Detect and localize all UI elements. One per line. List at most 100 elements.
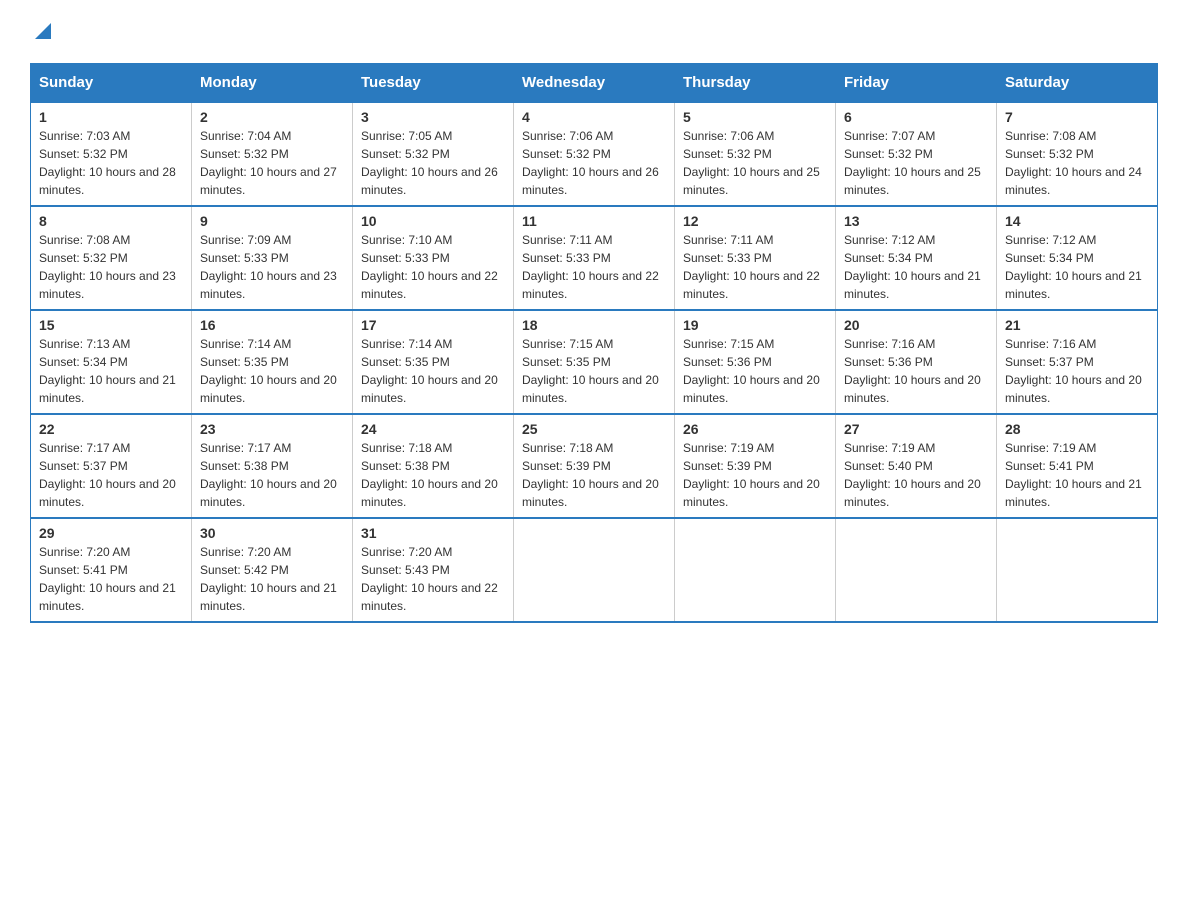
day-number: 5 bbox=[683, 109, 827, 125]
calendar-cell: 2 Sunrise: 7:04 AMSunset: 5:32 PMDayligh… bbox=[192, 102, 353, 206]
day-number: 20 bbox=[844, 317, 988, 333]
calendar-cell: 19 Sunrise: 7:15 AMSunset: 5:36 PMDaylig… bbox=[675, 310, 836, 414]
day-info: Sunrise: 7:14 AMSunset: 5:35 PMDaylight:… bbox=[200, 337, 337, 405]
day-info: Sunrise: 7:12 AMSunset: 5:34 PMDaylight:… bbox=[844, 233, 981, 301]
calendar-cell: 21 Sunrise: 7:16 AMSunset: 5:37 PMDaylig… bbox=[997, 310, 1158, 414]
day-number: 4 bbox=[522, 109, 666, 125]
day-info: Sunrise: 7:05 AMSunset: 5:32 PMDaylight:… bbox=[361, 129, 498, 197]
calendar-cell: 14 Sunrise: 7:12 AMSunset: 5:34 PMDaylig… bbox=[997, 206, 1158, 310]
day-number: 2 bbox=[200, 109, 344, 125]
calendar-cell: 8 Sunrise: 7:08 AMSunset: 5:32 PMDayligh… bbox=[31, 206, 192, 310]
day-info: Sunrise: 7:16 AMSunset: 5:36 PMDaylight:… bbox=[844, 337, 981, 405]
day-number: 31 bbox=[361, 525, 505, 541]
calendar-cell: 3 Sunrise: 7:05 AMSunset: 5:32 PMDayligh… bbox=[353, 102, 514, 206]
calendar-cell: 7 Sunrise: 7:08 AMSunset: 5:32 PMDayligh… bbox=[997, 102, 1158, 206]
day-info: Sunrise: 7:03 AMSunset: 5:32 PMDaylight:… bbox=[39, 129, 176, 197]
calendar-cell: 25 Sunrise: 7:18 AMSunset: 5:39 PMDaylig… bbox=[514, 414, 675, 518]
day-number: 13 bbox=[844, 213, 988, 229]
calendar-header-saturday: Saturday bbox=[997, 64, 1158, 103]
day-number: 21 bbox=[1005, 317, 1149, 333]
day-info: Sunrise: 7:11 AMSunset: 5:33 PMDaylight:… bbox=[683, 233, 820, 301]
day-number: 17 bbox=[361, 317, 505, 333]
day-number: 16 bbox=[200, 317, 344, 333]
day-info: Sunrise: 7:06 AMSunset: 5:32 PMDaylight:… bbox=[522, 129, 659, 197]
calendar-cell: 5 Sunrise: 7:06 AMSunset: 5:32 PMDayligh… bbox=[675, 102, 836, 206]
calendar-cell bbox=[514, 518, 675, 622]
day-number: 3 bbox=[361, 109, 505, 125]
day-number: 10 bbox=[361, 213, 505, 229]
day-info: Sunrise: 7:10 AMSunset: 5:33 PMDaylight:… bbox=[361, 233, 498, 301]
day-info: Sunrise: 7:20 AMSunset: 5:42 PMDaylight:… bbox=[200, 545, 337, 613]
day-number: 9 bbox=[200, 213, 344, 229]
day-number: 6 bbox=[844, 109, 988, 125]
day-info: Sunrise: 7:13 AMSunset: 5:34 PMDaylight:… bbox=[39, 337, 176, 405]
calendar-cell: 30 Sunrise: 7:20 AMSunset: 5:42 PMDaylig… bbox=[192, 518, 353, 622]
day-number: 25 bbox=[522, 421, 666, 437]
calendar-table: SundayMondayTuesdayWednesdayThursdayFrid… bbox=[30, 63, 1158, 623]
calendar-header-row: SundayMondayTuesdayWednesdayThursdayFrid… bbox=[31, 64, 1158, 103]
day-number: 19 bbox=[683, 317, 827, 333]
day-number: 7 bbox=[1005, 109, 1149, 125]
day-info: Sunrise: 7:08 AMSunset: 5:32 PMDaylight:… bbox=[1005, 129, 1142, 197]
calendar-week-row-4: 22 Sunrise: 7:17 AMSunset: 5:37 PMDaylig… bbox=[31, 414, 1158, 518]
day-number: 30 bbox=[200, 525, 344, 541]
calendar-week-row-3: 15 Sunrise: 7:13 AMSunset: 5:34 PMDaylig… bbox=[31, 310, 1158, 414]
calendar-cell: 17 Sunrise: 7:14 AMSunset: 5:35 PMDaylig… bbox=[353, 310, 514, 414]
calendar-cell: 27 Sunrise: 7:19 AMSunset: 5:40 PMDaylig… bbox=[836, 414, 997, 518]
calendar-cell: 26 Sunrise: 7:19 AMSunset: 5:39 PMDaylig… bbox=[675, 414, 836, 518]
calendar-cell: 23 Sunrise: 7:17 AMSunset: 5:38 PMDaylig… bbox=[192, 414, 353, 518]
calendar-cell: 15 Sunrise: 7:13 AMSunset: 5:34 PMDaylig… bbox=[31, 310, 192, 414]
day-info: Sunrise: 7:11 AMSunset: 5:33 PMDaylight:… bbox=[522, 233, 659, 301]
calendar-cell: 9 Sunrise: 7:09 AMSunset: 5:33 PMDayligh… bbox=[192, 206, 353, 310]
day-number: 8 bbox=[39, 213, 183, 229]
day-info: Sunrise: 7:09 AMSunset: 5:33 PMDaylight:… bbox=[200, 233, 337, 301]
day-info: Sunrise: 7:19 AMSunset: 5:39 PMDaylight:… bbox=[683, 441, 820, 509]
calendar-week-row-5: 29 Sunrise: 7:20 AMSunset: 5:41 PMDaylig… bbox=[31, 518, 1158, 622]
calendar-cell: 16 Sunrise: 7:14 AMSunset: 5:35 PMDaylig… bbox=[192, 310, 353, 414]
calendar-header-wednesday: Wednesday bbox=[514, 64, 675, 103]
day-info: Sunrise: 7:18 AMSunset: 5:39 PMDaylight:… bbox=[522, 441, 659, 509]
calendar-week-row-1: 1 Sunrise: 7:03 AMSunset: 5:32 PMDayligh… bbox=[31, 102, 1158, 206]
day-info: Sunrise: 7:19 AMSunset: 5:40 PMDaylight:… bbox=[844, 441, 981, 509]
day-number: 15 bbox=[39, 317, 183, 333]
day-number: 23 bbox=[200, 421, 344, 437]
calendar-cell bbox=[997, 518, 1158, 622]
day-info: Sunrise: 7:04 AMSunset: 5:32 PMDaylight:… bbox=[200, 129, 337, 197]
calendar-header-thursday: Thursday bbox=[675, 64, 836, 103]
day-info: Sunrise: 7:20 AMSunset: 5:43 PMDaylight:… bbox=[361, 545, 498, 613]
calendar-cell: 13 Sunrise: 7:12 AMSunset: 5:34 PMDaylig… bbox=[836, 206, 997, 310]
day-number: 27 bbox=[844, 421, 988, 437]
calendar-cell: 22 Sunrise: 7:17 AMSunset: 5:37 PMDaylig… bbox=[31, 414, 192, 518]
day-number: 11 bbox=[522, 213, 666, 229]
calendar-header-friday: Friday bbox=[836, 64, 997, 103]
day-info: Sunrise: 7:07 AMSunset: 5:32 PMDaylight:… bbox=[844, 129, 981, 197]
day-number: 26 bbox=[683, 421, 827, 437]
day-info: Sunrise: 7:16 AMSunset: 5:37 PMDaylight:… bbox=[1005, 337, 1142, 405]
calendar-cell: 29 Sunrise: 7:20 AMSunset: 5:41 PMDaylig… bbox=[31, 518, 192, 622]
calendar-cell: 24 Sunrise: 7:18 AMSunset: 5:38 PMDaylig… bbox=[353, 414, 514, 518]
calendar-cell: 28 Sunrise: 7:19 AMSunset: 5:41 PMDaylig… bbox=[997, 414, 1158, 518]
calendar-cell: 18 Sunrise: 7:15 AMSunset: 5:35 PMDaylig… bbox=[514, 310, 675, 414]
day-number: 12 bbox=[683, 213, 827, 229]
calendar-header-monday: Monday bbox=[192, 64, 353, 103]
calendar-week-row-2: 8 Sunrise: 7:08 AMSunset: 5:32 PMDayligh… bbox=[31, 206, 1158, 310]
day-info: Sunrise: 7:08 AMSunset: 5:32 PMDaylight:… bbox=[39, 233, 176, 301]
calendar-cell: 12 Sunrise: 7:11 AMSunset: 5:33 PMDaylig… bbox=[675, 206, 836, 310]
calendar-cell: 1 Sunrise: 7:03 AMSunset: 5:32 PMDayligh… bbox=[31, 102, 192, 206]
day-info: Sunrise: 7:20 AMSunset: 5:41 PMDaylight:… bbox=[39, 545, 176, 613]
calendar-cell: 10 Sunrise: 7:10 AMSunset: 5:33 PMDaylig… bbox=[353, 206, 514, 310]
day-number: 24 bbox=[361, 421, 505, 437]
day-info: Sunrise: 7:06 AMSunset: 5:32 PMDaylight:… bbox=[683, 129, 820, 197]
day-number: 14 bbox=[1005, 213, 1149, 229]
calendar-cell: 4 Sunrise: 7:06 AMSunset: 5:32 PMDayligh… bbox=[514, 102, 675, 206]
day-info: Sunrise: 7:18 AMSunset: 5:38 PMDaylight:… bbox=[361, 441, 498, 509]
day-info: Sunrise: 7:15 AMSunset: 5:35 PMDaylight:… bbox=[522, 337, 659, 405]
day-number: 28 bbox=[1005, 421, 1149, 437]
logo bbox=[30, 20, 54, 47]
page-header bbox=[30, 20, 1158, 47]
day-number: 18 bbox=[522, 317, 666, 333]
day-info: Sunrise: 7:12 AMSunset: 5:34 PMDaylight:… bbox=[1005, 233, 1142, 301]
calendar-cell: 31 Sunrise: 7:20 AMSunset: 5:43 PMDaylig… bbox=[353, 518, 514, 622]
day-number: 22 bbox=[39, 421, 183, 437]
calendar-cell: 11 Sunrise: 7:11 AMSunset: 5:33 PMDaylig… bbox=[514, 206, 675, 310]
